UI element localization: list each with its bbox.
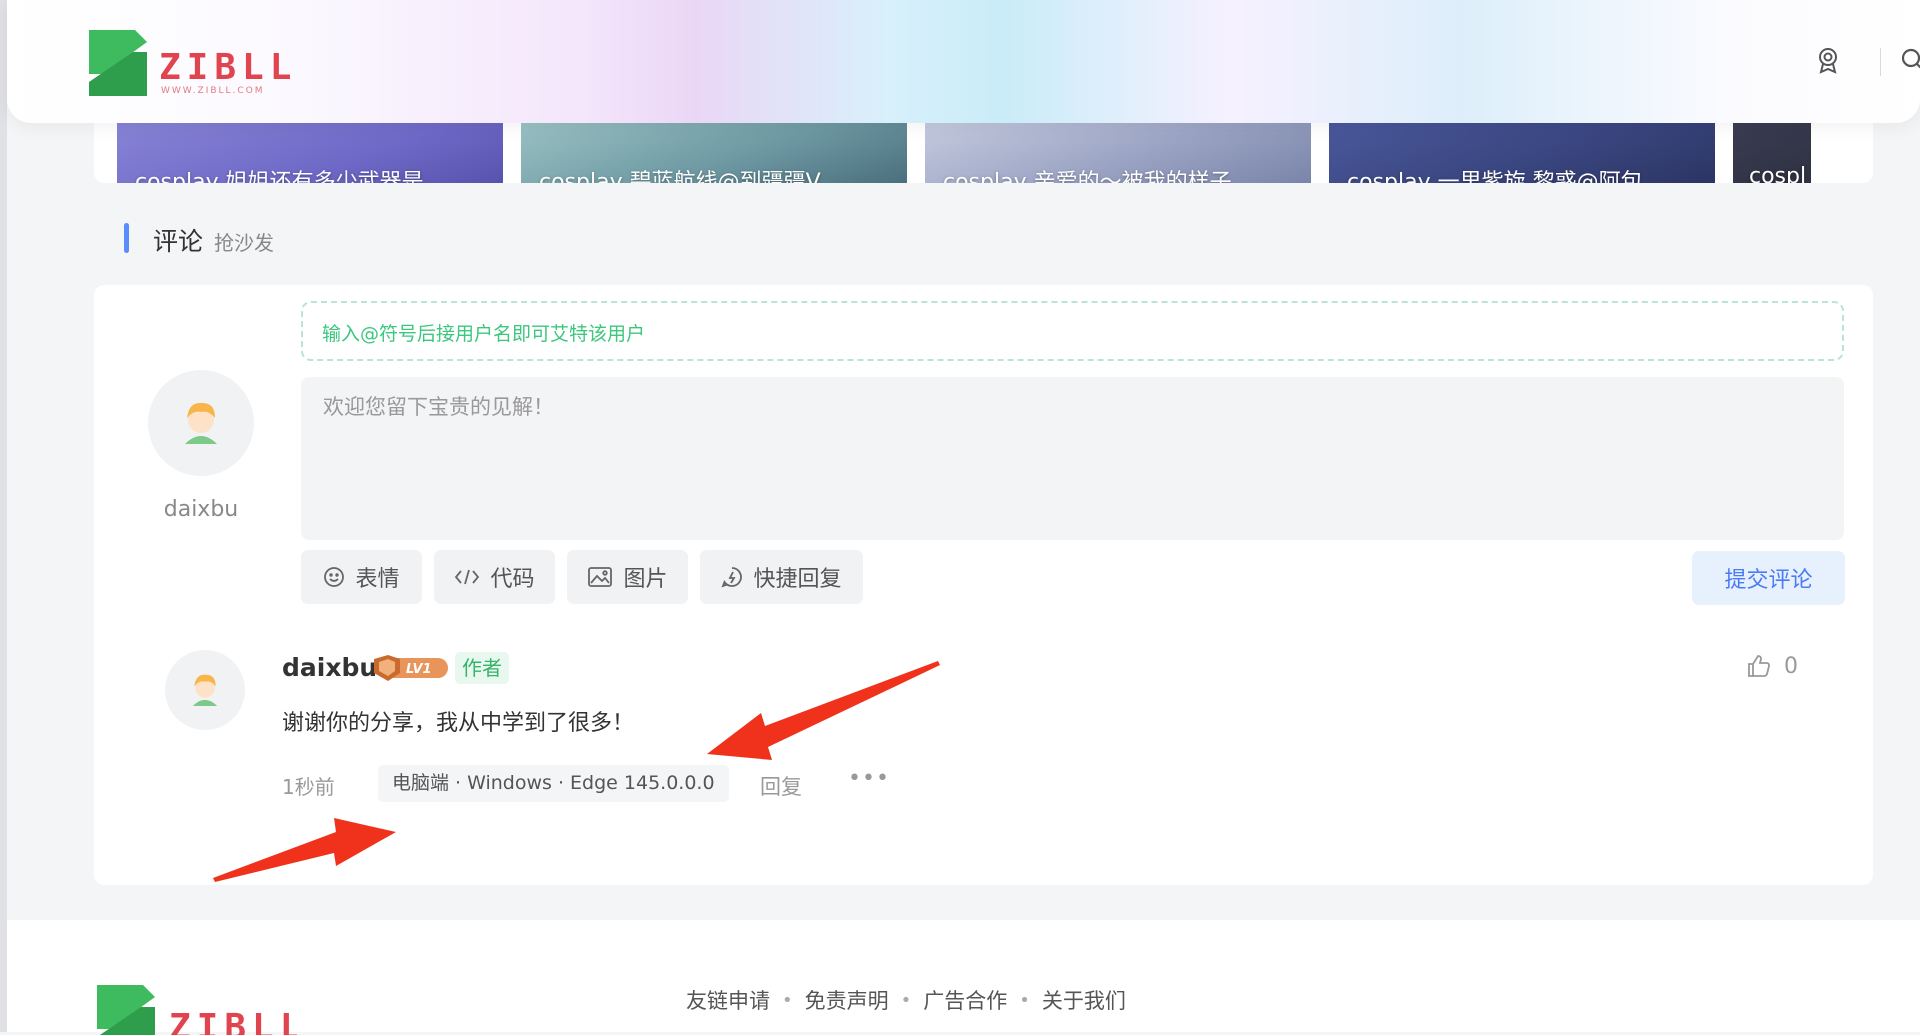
related-post-title: cosplay 姐姐还有多少武器是… bbox=[135, 170, 446, 183]
code-button[interactable]: 代码 bbox=[434, 550, 555, 604]
footer-link-friend[interactable]: 友链申请 bbox=[686, 985, 770, 1015]
comments-title: 评论 bbox=[153, 227, 204, 256]
level-badge: LV1 bbox=[374, 655, 448, 681]
section-title-accent bbox=[124, 223, 129, 253]
site-header: ZIBLL WWW.ZIBLL.COM bbox=[7, 0, 1920, 123]
like-count: 0 bbox=[1784, 653, 1798, 679]
related-post-title: cosplay 一里紫旋 黎惑@阿包… bbox=[1347, 170, 1665, 183]
emoji-button[interactable]: 表情 bbox=[301, 550, 422, 604]
emoji-button-label: 表情 bbox=[355, 567, 400, 592]
footer-link-separator: • bbox=[1019, 989, 1030, 1011]
comment-author-name[interactable]: daixbu bbox=[282, 653, 377, 682]
quick-reply-icon bbox=[721, 567, 743, 588]
site-footer: ZIBLL bbox=[7, 920, 1920, 1035]
more-options-button[interactable]: ••• bbox=[848, 766, 890, 791]
user-avatar-icon bbox=[192, 674, 218, 706]
medal-icon[interactable] bbox=[1812, 44, 1844, 76]
thumbs-up-icon bbox=[1748, 655, 1770, 677]
quick-reply-button-label: 快捷回复 bbox=[753, 567, 842, 592]
mention-hint-box: 输入@符号后接用户名即可艾特该用户 bbox=[301, 301, 1844, 361]
comment-device-info: 电脑端 · Windows · Edge 145.0.0.0 bbox=[378, 765, 729, 802]
code-icon bbox=[455, 569, 480, 585]
window-left-edge bbox=[0, 0, 7, 1032]
related-post-title: cosplay 亲爱的～被我的样子… bbox=[943, 170, 1254, 183]
related-post-title: cosplay 碧蓝航线@到疆疆V bbox=[539, 170, 821, 183]
emoji-icon bbox=[324, 567, 345, 587]
quick-reply-button[interactable]: 快捷回复 bbox=[700, 550, 863, 604]
comment-time: 1秒前 bbox=[282, 775, 335, 799]
reply-button[interactable]: 回复 bbox=[760, 771, 802, 801]
comments-subtitle: 抢沙发 bbox=[214, 231, 274, 255]
related-post-title: cospl bbox=[1749, 164, 1807, 183]
header-divider bbox=[1880, 48, 1881, 76]
logo-mark-icon bbox=[89, 30, 147, 96]
site-logo[interactable]: ZIBLL WWW.ZIBLL.COM bbox=[89, 30, 309, 98]
footer-logo-wordmark: ZIBLL bbox=[169, 1007, 297, 1035]
comment-text: 谢谢你的分享，我从中学到了很多！ bbox=[282, 711, 635, 736]
image-button-label: 图片 bbox=[623, 567, 668, 592]
current-user-name: daixbu bbox=[163, 497, 239, 522]
logo-subtext: WWW.ZIBLL.COM bbox=[161, 86, 265, 96]
current-user-avatar[interactable] bbox=[148, 370, 254, 476]
mention-hint: 输入@符号后接用户名即可艾特该用户 bbox=[322, 323, 646, 345]
footer-link-separator: • bbox=[782, 989, 793, 1011]
image-icon bbox=[588, 567, 613, 587]
logo-mark-icon bbox=[97, 985, 155, 1035]
like-button[interactable]: 0 bbox=[1746, 653, 1798, 679]
code-button-label: 代码 bbox=[490, 567, 535, 592]
comment-author-avatar[interactable] bbox=[165, 650, 245, 730]
footer-logo[interactable]: ZIBLL bbox=[97, 985, 297, 1035]
level-badge-text: LV1 bbox=[406, 662, 432, 677]
logo-wordmark: ZIBLL bbox=[159, 47, 298, 88]
search-icon[interactable] bbox=[1897, 44, 1920, 76]
footer-link-disclaimer[interactable]: 免责声明 bbox=[805, 985, 889, 1015]
footer-link-about[interactable]: 关于我们 bbox=[1042, 985, 1126, 1015]
footer-links: 友链申请 • 免责声明 • 广告合作 • 关于我们 bbox=[686, 985, 1126, 1015]
image-button[interactable]: 图片 bbox=[567, 550, 688, 604]
author-tag: 作者 bbox=[455, 652, 509, 684]
submit-comment-button[interactable]: 提交评论 bbox=[1692, 551, 1845, 605]
footer-link-separator: • bbox=[900, 989, 912, 1011]
footer-link-ads[interactable]: 广告合作 bbox=[923, 985, 1007, 1015]
comment-textarea[interactable] bbox=[301, 377, 1844, 540]
user-avatar-icon bbox=[185, 402, 217, 444]
